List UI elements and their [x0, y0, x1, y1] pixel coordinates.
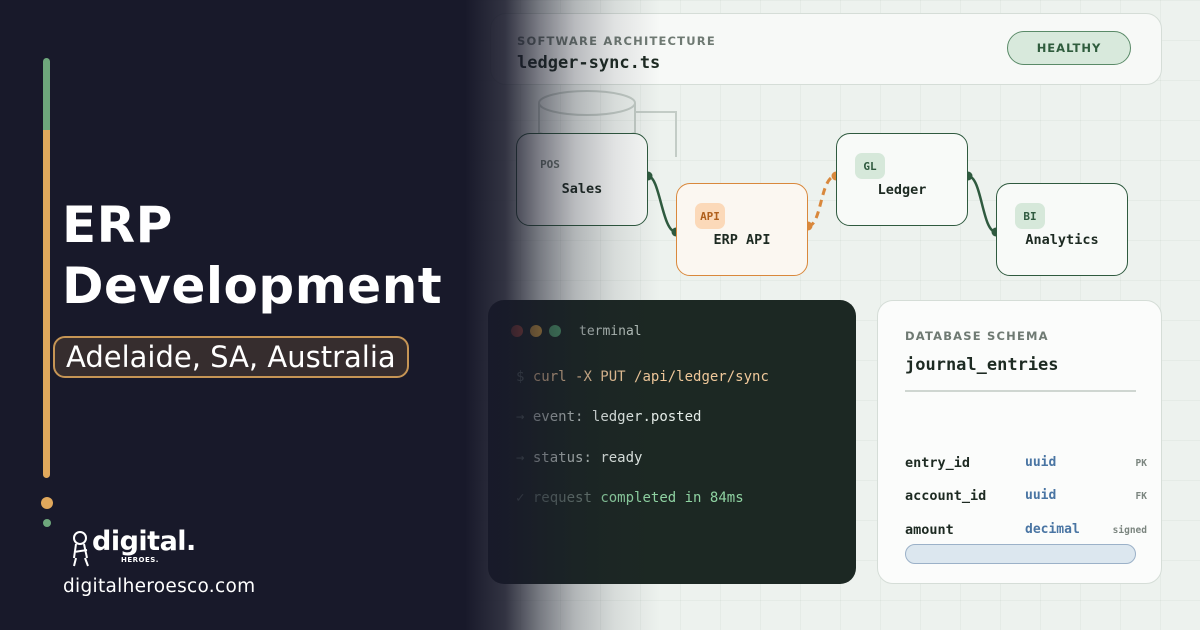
window-controls: [511, 325, 561, 337]
schema-divider: [905, 390, 1136, 392]
architecture-kicker: SOFTWARE ARCHITECTURE: [517, 34, 716, 48]
check-icon: ✓: [516, 490, 525, 506]
website-link[interactable]: digitalheroesco.com: [63, 576, 255, 597]
logo-subtext: HEROES.: [121, 556, 159, 564]
terminal-title: terminal: [579, 324, 642, 339]
column-name: account_id: [905, 488, 987, 504]
arrow-symbol: →: [516, 409, 525, 425]
node-tag-pos: POS: [540, 157, 560, 171]
column-name: amount: [905, 522, 954, 538]
result-value: completed in 84ms: [600, 490, 744, 506]
schema-table-name: journal_entries: [905, 355, 1059, 375]
hero-mascot-icon: [73, 531, 89, 567]
node-label-ledger: Ledger: [877, 182, 927, 198]
terminal-line-result: ✓ request completed in 84ms: [516, 490, 744, 506]
brand-logo[interactable]: digital. HEROES.: [70, 526, 196, 570]
command-text: curl -X PUT /api/ledger/sync: [532, 369, 769, 385]
accent-dot-green: [43, 519, 51, 527]
node-erp-api[interactable]: API ERP API: [676, 183, 808, 276]
column-flag: PK: [1135, 458, 1147, 469]
node-label-analytics: Analytics: [1025, 232, 1099, 248]
database-schema-card: DATABASE SCHEMA journal_entries entry_id…: [877, 300, 1162, 584]
node-ledger[interactable]: GL Ledger: [836, 133, 968, 226]
terminal-line-event: → event: ledger.posted: [516, 409, 701, 425]
prompt-symbol: $: [516, 369, 525, 385]
terminal-line-command: $ curl -X PUT /api/ledger/sync: [516, 369, 769, 385]
column-type: uuid: [1025, 455, 1057, 470]
node-analytics[interactable]: BI Analytics: [996, 183, 1128, 276]
status-badge: HEALTHY: [1007, 31, 1131, 65]
hero-title-line-1: ERP: [62, 196, 173, 254]
arrow-symbol: →: [516, 450, 525, 466]
maximize-dot[interactable]: [549, 325, 561, 337]
accent-bar: [43, 58, 50, 478]
event-label: event:: [532, 409, 584, 425]
hero-title: ERP Development: [62, 195, 462, 317]
hero-title-line-2: Development: [62, 257, 443, 315]
node-label-sales: Sales: [561, 181, 603, 197]
schema-row: account_id uuid FK: [905, 488, 1147, 508]
architecture-card: SOFTWARE ARCHITECTURE ledger-sync.ts HEA…: [490, 13, 1162, 85]
close-dot[interactable]: [511, 325, 523, 337]
event-value: ledger.posted: [591, 409, 702, 425]
location-pill: Adelaide, SA, Australia: [53, 336, 409, 378]
logo-wordmark: digital.: [92, 526, 196, 557]
result-label: request: [532, 490, 592, 506]
accent-dot-orange: [41, 497, 53, 509]
column-name: entry_id: [905, 455, 971, 471]
schema-highlight-bar: [905, 544, 1136, 564]
node-label-erp-api: ERP API: [713, 232, 771, 248]
status-value: ready: [600, 450, 643, 466]
column-flag: signed: [1112, 525, 1147, 536]
node-tag-api: API: [695, 203, 725, 229]
schema-kicker: DATABASE SCHEMA: [905, 329, 1049, 343]
schema-row: amount decimal signed: [905, 522, 1147, 542]
node-tag-bi: BI: [1015, 203, 1045, 229]
status-label: status:: [532, 450, 592, 466]
terminal-window: terminal $ curl -X PUT /api/ledger/sync …: [488, 300, 856, 584]
node-tag-gl: GL: [855, 153, 885, 179]
minimize-dot[interactable]: [530, 325, 542, 337]
file-name: ledger-sync.ts: [517, 53, 661, 73]
schema-row: entry_id uuid PK: [905, 455, 1147, 475]
node-sales[interactable]: POS Sales: [516, 133, 648, 226]
terminal-line-status: → status: ready: [516, 450, 642, 466]
column-flag: FK: [1135, 491, 1147, 502]
column-type: decimal: [1025, 522, 1080, 537]
column-type: uuid: [1025, 488, 1057, 503]
